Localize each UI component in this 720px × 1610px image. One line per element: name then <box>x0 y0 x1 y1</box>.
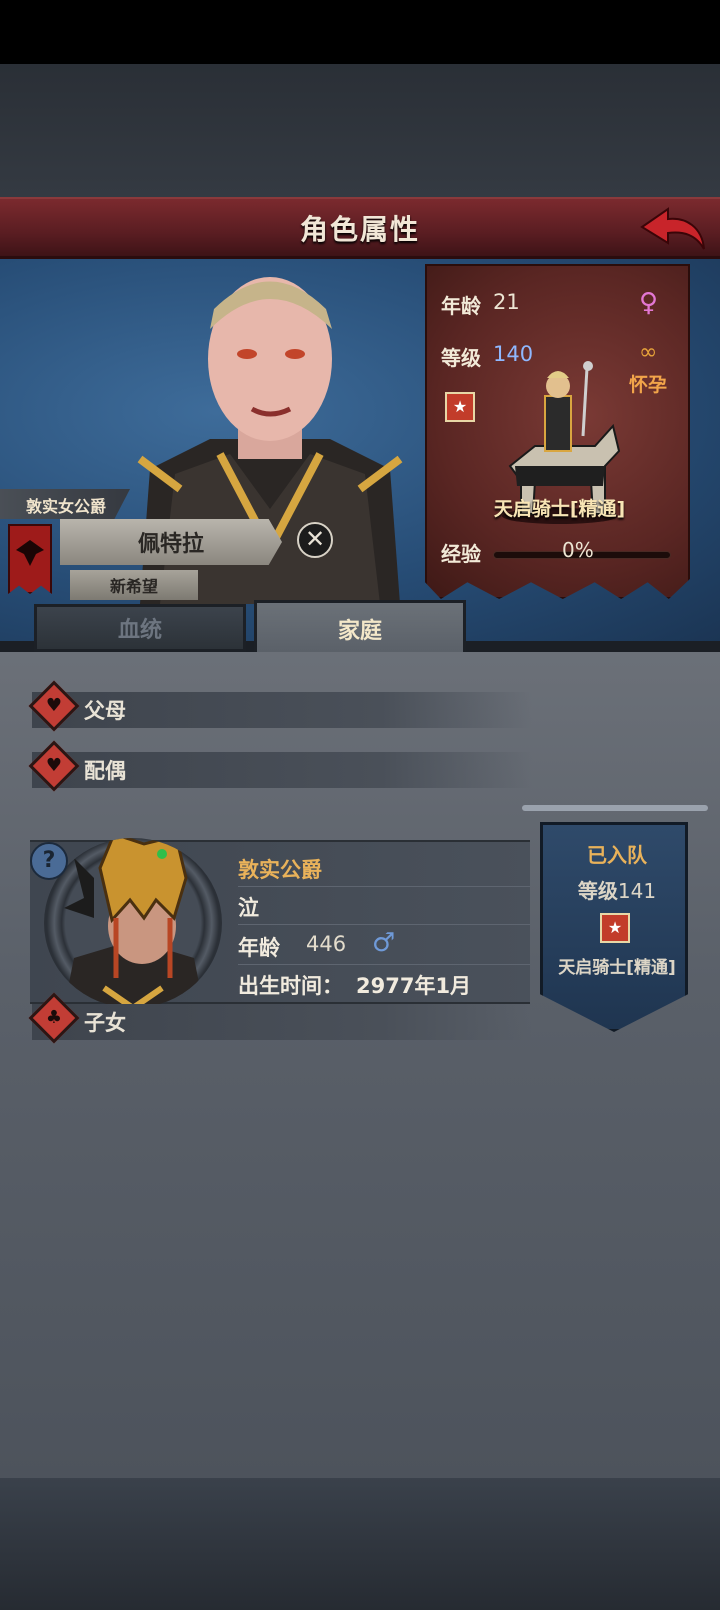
character-hero: 敦实女公爵 佩特拉 新希望 ✕ 年龄 21 ♀ 等级 140 ∞ 怀孕 ★ 天启… <box>0 259 720 641</box>
section-spouse-label: 配偶 <box>84 759 126 783</box>
ring-icon: ∞ <box>639 340 658 365</box>
help-icon[interactable]: ? <box>30 842 68 880</box>
tab-family[interactable]: 家庭 <box>254 600 466 654</box>
spouse-birth-label: 出生时间： <box>238 974 343 998</box>
section-parents-label: 父母 <box>84 699 126 723</box>
spouse-card[interactable]: ? 敦实公爵 泣 年龄 446 ♂ 出生时间： 2977年1月 <box>30 838 530 1008</box>
character-name: 佩特拉 <box>60 519 282 565</box>
spouse-portrait <box>64 838 204 1008</box>
section-parents[interactable]: ♥ 父母 <box>28 680 532 732</box>
banner-rod <box>522 805 708 811</box>
stats-panel: 年龄 21 ♀ 等级 140 ∞ 怀孕 ★ 天启骑士[精通] 经验 0% <box>425 264 690 599</box>
divider <box>238 924 530 925</box>
spouse-avatar[interactable] <box>44 838 222 1008</box>
tab-bloodline[interactable]: 血统 <box>34 604 246 652</box>
spouse-title: 敦实公爵 <box>238 858 322 882</box>
divider <box>238 886 530 887</box>
age-value: 21 <box>493 290 520 314</box>
banner-level-label: 等级 <box>577 879 618 903</box>
back-button[interactable] <box>638 205 708 255</box>
banner-level-row: 等级141 <box>543 875 688 904</box>
spouse-age-label: 年龄 <box>238 936 280 960</box>
section-children-label: 子女 <box>84 1011 126 1035</box>
class-icon: ★ <box>600 913 630 943</box>
back-arrow-icon <box>640 207 705 250</box>
banner-class-name: 天启骑士[精通] <box>558 958 676 978</box>
banner-level-value: 141 <box>617 879 657 903</box>
bottom-background <box>0 1478 720 1610</box>
section-children[interactable]: ♣ 子女 <box>28 992 532 1044</box>
team-banner: 已入队 等级141 ★ 天启骑士[精通] <box>540 822 688 1032</box>
section-spouse[interactable]: ♥ 配偶 <box>28 740 532 792</box>
heart-icon: ♥ <box>28 680 80 732</box>
character-title: 敦实女公爵 <box>0 489 130 519</box>
page-title: 角色属性 <box>299 212 420 246</box>
spouse-birth-value: 2977年1月 <box>356 974 472 998</box>
spouse-name: 泣 <box>238 896 259 920</box>
class-icon: ★ <box>445 392 475 422</box>
character-faction: 新希望 <box>70 570 198 600</box>
top-background <box>0 64 720 197</box>
team-status: 已入队 <box>587 843 647 867</box>
divider <box>238 964 530 965</box>
heart-icon: ♥ <box>28 740 80 792</box>
class-name: 天启骑士[精通] <box>493 498 626 520</box>
faction-banner-icon <box>8 524 52 594</box>
family-content: ♥ 父母 ♥ 配偶 ? 敦实公爵 泣 年龄 446 ♂ 出生时间： 2977年1… <box>0 652 720 1478</box>
exp-value: 0% <box>562 538 594 562</box>
title-bar: 角色属性 <box>0 197 720 259</box>
tabs-bar: 血统 家庭 <box>0 600 720 654</box>
female-icon: ♀ <box>639 288 659 318</box>
spouse-age-value: 446 <box>306 932 347 956</box>
status-label: 怀孕 <box>629 374 668 396</box>
age-label: 年龄 <box>441 294 481 318</box>
status-bar <box>0 0 720 64</box>
exp-label: 经验 <box>441 542 481 566</box>
level-label: 等级 <box>441 346 481 370</box>
male-icon: ♂ <box>372 928 396 958</box>
close-icon[interactable]: ✕ <box>297 522 333 558</box>
